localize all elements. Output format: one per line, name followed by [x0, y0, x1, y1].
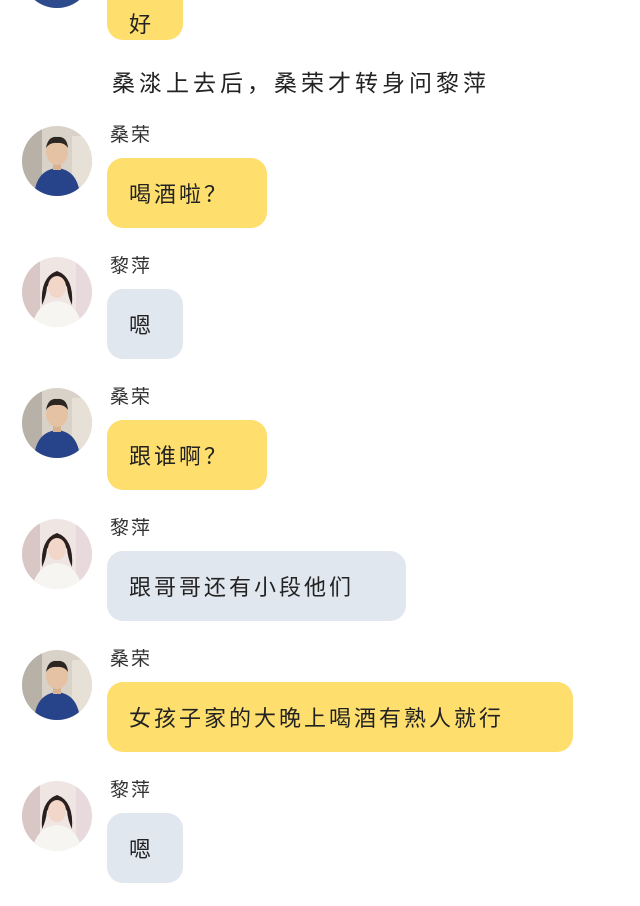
message-text: 好 [129, 13, 155, 38]
sender-name: 黎萍 [110, 517, 153, 539]
sender-name: 黎萍 [110, 255, 153, 277]
female-avatar[interactable] [22, 781, 92, 851]
message-bubble[interactable]: 嗯 [107, 813, 183, 883]
female-avatar[interactable] [22, 519, 92, 589]
message-text: 嗯 [129, 314, 155, 339]
narration-text: 桑渁上去后，桑荣才转身问黎萍 [112, 71, 490, 97]
message-bubble[interactable]: 嗯 [107, 289, 183, 359]
message-text: 女孩子家的大晚上喝酒有熟人就行 [129, 707, 505, 732]
message-bubble[interactable]: 女孩子家的大晚上喝酒有熟人就行 [107, 682, 573, 752]
sender-name: 桑荣 [110, 386, 153, 408]
message-text: 跟谁啊？ [129, 445, 230, 470]
message-bubble[interactable]: 喝酒啦？ [107, 158, 267, 228]
message-bubble[interactable]: 跟哥哥还有小段他们 [107, 551, 406, 621]
male-avatar[interactable] [22, 126, 92, 196]
message-bubble: 好 [107, 0, 183, 40]
message-bubble[interactable]: 跟谁啊？ [107, 420, 267, 490]
female-avatar[interactable] [22, 257, 92, 327]
male-avatar[interactable] [22, 0, 92, 8]
sender-name: 黎萍 [110, 779, 153, 801]
message-text: 跟哥哥还有小段他们 [129, 576, 355, 601]
sender-name: 桑荣 [110, 124, 153, 146]
male-avatar[interactable] [22, 650, 92, 720]
message-text: 喝酒啦？ [129, 183, 230, 208]
message-text: 嗯 [129, 838, 155, 863]
sender-name: 桑荣 [110, 648, 153, 670]
male-avatar[interactable] [22, 388, 92, 458]
